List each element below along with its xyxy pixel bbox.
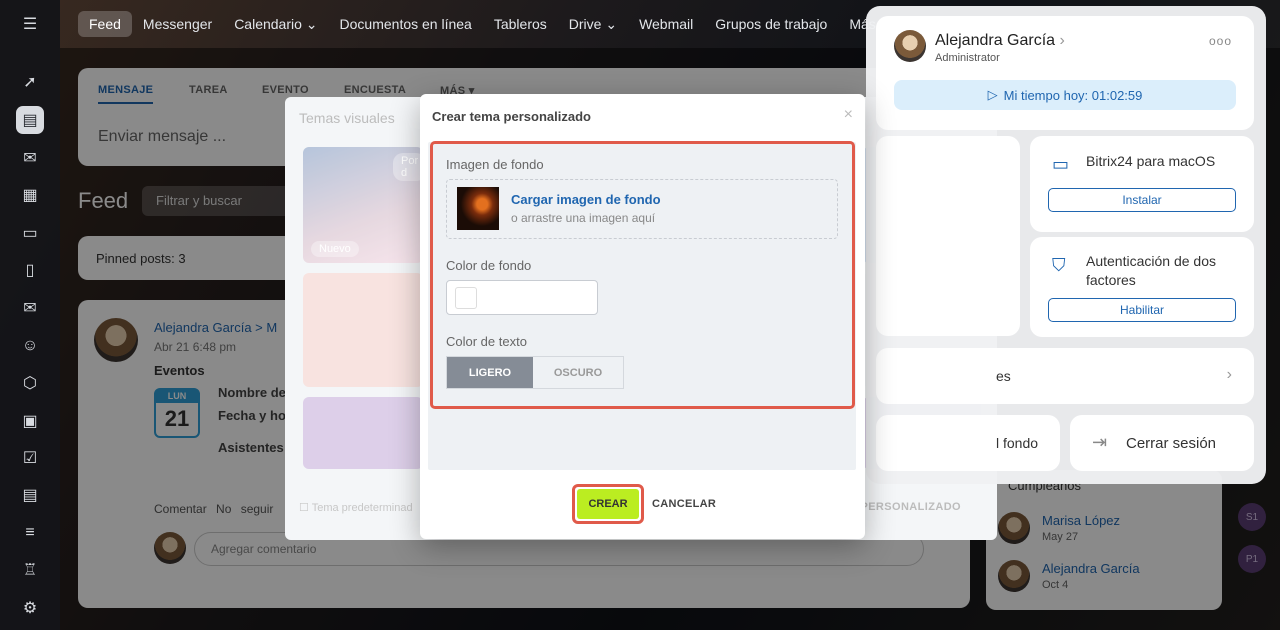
more-icon[interactable]: ooo xyxy=(1209,34,1232,48)
nav-workgroups[interactable]: Grupos de trabajo xyxy=(704,11,838,37)
chat-icon[interactable]: ✉ xyxy=(16,144,44,172)
close-icon[interactable]: × xyxy=(844,106,853,124)
mac-app-card: ▭ Bitrix24 para macOS Instalar xyxy=(1030,136,1254,232)
install-button[interactable]: Instalar xyxy=(1048,188,1236,212)
work-time-button[interactable]: ▷ Mi tiempo hoy: 01:02:59 xyxy=(894,80,1236,110)
presentation-icon[interactable]: ▣ xyxy=(16,407,44,435)
create-button[interactable]: CREAR xyxy=(577,489,639,519)
nav-calendar[interactable]: Calendario ⌄ xyxy=(223,11,328,38)
profile-popup: Alejandra García › Administrator ooo ▷ Mi… xyxy=(866,6,1266,484)
dialog-title: Crear tema personalizado xyxy=(432,109,591,124)
enable-button[interactable]: Habilitar xyxy=(1048,298,1236,322)
logout-icon: ⇥ xyxy=(1092,432,1108,452)
two-factor-title: Autenticación de dos factores xyxy=(1086,253,1216,288)
calendar-icon[interactable]: ▦ xyxy=(16,181,44,209)
left-rail: ☰ ➚ ▤ ✉ ▦ ▭ ▯ ✉ ☺ ⬡ ▣ ☑ ▤ ≡ ♖ ⚙ xyxy=(0,0,60,630)
cancel-button[interactable]: CANCELAR xyxy=(652,498,716,510)
filter-icon[interactable]: ≡ xyxy=(16,519,44,547)
settings-icon[interactable]: ⚙ xyxy=(16,594,44,622)
mac-app-title: Bitrix24 para macOS xyxy=(1086,153,1216,169)
monitor-icon: ▭ xyxy=(1052,154,1070,174)
card-icon[interactable]: ▤ xyxy=(16,481,44,509)
profile-card: Alejandra García › Administrator ooo ▷ Mi… xyxy=(876,16,1254,130)
two-factor-card: ⛉ Autenticación de dos factores Habilita… xyxy=(1030,237,1254,337)
menu-icon[interactable]: ☰ xyxy=(16,10,44,38)
top-nav: Feed Messenger Calendario ⌄ Documentos e… xyxy=(60,0,900,48)
logout-button[interactable]: ⇥ Cerrar sesión xyxy=(1070,415,1254,471)
background-button[interactable]: l fondo xyxy=(876,415,1060,471)
work-time-label: Mi tiempo hoy: 01:02:59 xyxy=(1003,87,1143,103)
create-theme-dialog: Crear tema personalizado × Imagen de fon… xyxy=(420,94,865,539)
nav-feed[interactable]: Feed xyxy=(78,11,132,37)
shield-icon: ⛉ xyxy=(1052,255,1066,275)
group-icon[interactable]: ☺ xyxy=(16,332,44,360)
task-icon[interactable]: ☑ xyxy=(16,444,44,472)
document-icon[interactable]: ▯ xyxy=(16,256,44,284)
settings-row[interactable]: es › xyxy=(876,348,1254,404)
logout-label: Cerrar sesión xyxy=(1126,435,1217,452)
highlight-frame xyxy=(430,141,855,409)
settings-row-label: es xyxy=(996,368,1011,384)
nav-messenger[interactable]: Messenger xyxy=(132,11,223,37)
play-icon: ▷ xyxy=(987,87,998,102)
nav-drive[interactable]: Drive ⌄ xyxy=(558,11,628,38)
inbox-icon[interactable]: ▭ xyxy=(16,219,44,247)
profile-name[interactable]: Alejandra García › xyxy=(935,32,1065,50)
avatar[interactable] xyxy=(894,30,926,62)
nav-documents[interactable]: Documentos en línea xyxy=(329,11,483,37)
nav-boards[interactable]: Tableros xyxy=(483,11,558,37)
mail-icon[interactable]: ✉ xyxy=(16,294,44,322)
highlight-frame: CREAR xyxy=(572,484,644,524)
profile-role: Administrator xyxy=(935,52,1000,64)
nav-webmail[interactable]: Webmail xyxy=(628,11,704,37)
background-label: l fondo xyxy=(996,435,1039,451)
robot-icon[interactable]: ♖ xyxy=(16,556,44,584)
profile-tile xyxy=(876,136,1020,336)
hexagon-icon[interactable]: ⬡ xyxy=(16,369,44,397)
chevron-right-icon: › xyxy=(1226,366,1232,383)
rocket-icon[interactable]: ➚ xyxy=(16,68,44,96)
feed-icon[interactable]: ▤ xyxy=(16,106,44,134)
